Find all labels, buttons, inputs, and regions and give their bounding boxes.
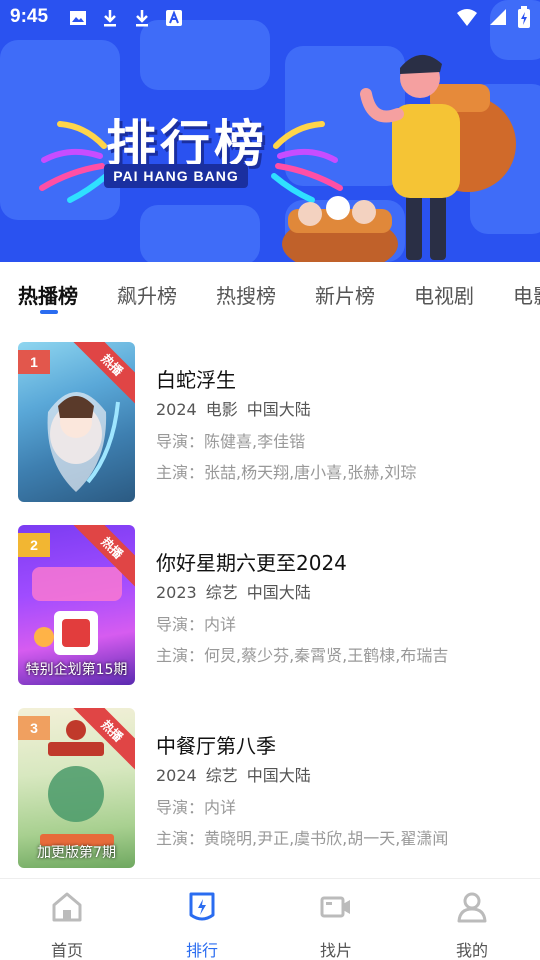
tab-active-indicator [40, 310, 58, 314]
item-title[interactable]: 你好星期六更至2024 [156, 547, 347, 576]
nav-ranking[interactable]: 排行 [162, 889, 242, 960]
ranking-icon [189, 892, 215, 921]
item-genre: 电影 [205, 400, 238, 419]
wifi-icon [457, 9, 477, 26]
rank-badge: 1 [18, 350, 50, 374]
item-title[interactable]: 中餐厅第八季 [156, 730, 276, 759]
tab-hot-play[interactable]: 热播榜 [18, 280, 78, 309]
list-item[interactable]: 1 热播 白蛇浮生 2024 电影 中国大陆 导演：陈健喜,李佳锴 主演：张喆,杨天… [18, 342, 528, 502]
nav-home-label: 首页 [50, 941, 83, 960]
home-icon [52, 892, 82, 922]
poster-image[interactable]: 1 热播 [18, 342, 135, 502]
item-year: 2024 [156, 766, 197, 785]
item-director: 导演：内详 [156, 798, 237, 817]
list-item[interactable]: 3 热播 加更版第7期 中餐厅第八季 2024 综艺 中国大陆 导演：内详 主演：黄… [18, 708, 528, 868]
poster-image[interactable]: 2 热播 特别企划第15期 [18, 525, 135, 685]
episode-caption: 特别企划第15期 [25, 662, 128, 678]
item-region: 中国大陆 [246, 400, 311, 419]
ranking-banner: 排行榜 PAI HANG BANG [0, 0, 540, 262]
item-meta: 2023 综艺 中国大陆 [156, 579, 320, 603]
bottom-navigation: 首页 排行 找片 我的 [0, 878, 540, 960]
item-year: 2024 [156, 400, 197, 419]
item-meta: 2024 综艺 中国大陆 [156, 762, 320, 786]
status-time: 9:45 [10, 6, 49, 27]
item-cast: 主演：何炅,蔡少芬,秦霄贤,王鹤棣,布瑞吉 [156, 646, 449, 665]
character-illustration [282, 54, 516, 262]
banner-subtitle: PAI HANG BANG [104, 164, 248, 188]
tab-tv-series[interactable]: 电视剧 [414, 280, 474, 309]
item-title[interactable]: 白蛇浮生 [156, 364, 236, 393]
status-bar: 9:45 [0, 0, 540, 36]
item-genre: 综艺 [205, 583, 238, 602]
item-meta: 2024 电影 中国大陆 [156, 396, 320, 420]
item-director: 导演：陈健喜,李佳锴 [156, 432, 306, 451]
nav-profile[interactable]: 我的 [432, 889, 512, 960]
battery-charging-icon [518, 6, 530, 28]
tab-rising[interactable]: 飙升榜 [117, 280, 177, 309]
nav-home[interactable]: 首页 [27, 889, 107, 960]
tab-movies[interactable]: 电影 [513, 280, 540, 309]
rank-badge: 3 [18, 716, 50, 740]
item-genre: 综艺 [205, 766, 238, 785]
tab-new-release[interactable]: 新片榜 [315, 280, 375, 309]
nav-ranking-label: 排行 [185, 941, 218, 960]
item-cast: 主演：黄晓明,尹正,虞书欣,胡一天,翟潇闻 [156, 829, 449, 848]
nav-find-video[interactable]: 找片 [296, 889, 376, 960]
ranking-tabs: 热播榜 飙升榜 热搜榜 新片榜 电视剧 电影 [0, 262, 540, 320]
list-item[interactable]: 2 热播 特别企划第15期 你好星期六更至2024 2023 综艺 中国大陆 导演：… [18, 525, 528, 685]
font-icon [166, 10, 182, 26]
video-camera-icon [320, 896, 350, 918]
nav-find-video-label: 找片 [319, 941, 352, 960]
nav-profile-label: 我的 [455, 941, 488, 960]
signal-icon [490, 9, 506, 25]
item-region: 中国大陆 [246, 766, 311, 785]
download-icon [136, 10, 148, 27]
item-region: 中国大陆 [246, 583, 311, 602]
rank-badge: 2 [18, 533, 50, 557]
episode-caption: 加更版第7期 [37, 845, 116, 861]
user-icon [457, 892, 487, 923]
item-director: 导演：内详 [156, 615, 237, 634]
item-cast: 主演：张喆,杨天翔,唐小喜,张赫,刘琮 [156, 463, 417, 482]
poster-image[interactable]: 3 热播 加更版第7期 [18, 708, 135, 868]
tab-hot-search[interactable]: 热搜榜 [216, 280, 276, 309]
item-year: 2023 [156, 583, 197, 602]
download-icon [104, 10, 116, 27]
image-icon [70, 11, 86, 25]
